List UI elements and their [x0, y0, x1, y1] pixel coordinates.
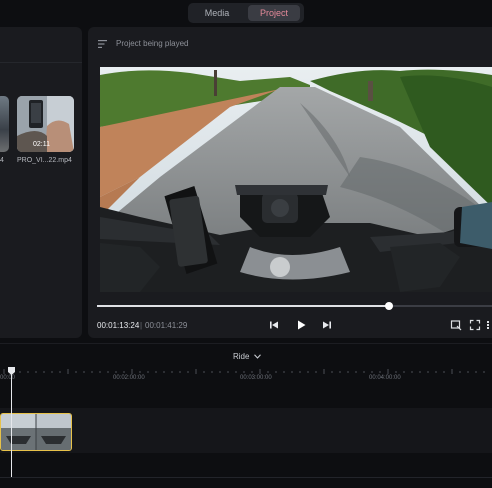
track-divider	[0, 477, 492, 478]
media-panel	[0, 27, 82, 338]
media-thumbnail[interactable]	[0, 96, 9, 152]
fullscreen-icon[interactable]	[469, 319, 481, 331]
video-track	[0, 408, 492, 453]
media-item-label: 4	[0, 157, 4, 164]
playback-progress-fill	[97, 305, 390, 307]
time-separator: |	[140, 321, 143, 330]
more-icon[interactable]	[486, 319, 492, 331]
media-duration: 02:11	[33, 141, 50, 148]
tab-project[interactable]: Project	[248, 5, 300, 21]
tab-media[interactable]: Media	[192, 5, 242, 21]
media-project-switch: Media Project	[188, 3, 304, 23]
snapshot-icon[interactable]	[450, 319, 462, 331]
chevron-down-icon	[253, 354, 261, 359]
playhead[interactable]	[11, 374, 12, 477]
previous-frame-icon[interactable]	[268, 319, 280, 331]
playhead-handle-icon[interactable]	[8, 367, 15, 375]
play-icon[interactable]	[295, 319, 307, 331]
video-preview	[100, 67, 492, 292]
timeline-divider	[0, 343, 492, 344]
ruler-tick-label: 00:02:00:00	[113, 375, 145, 381]
ruler-tick-label: 00:00	[0, 375, 16, 381]
ruler-tick-label: 00:03:00:00	[240, 375, 272, 381]
player-title: Project being played	[116, 39, 189, 48]
total-time: 00:01:41:29	[145, 321, 188, 330]
menu-icon[interactable]	[98, 40, 107, 48]
ruler-tick-label: 00:04:00:00	[369, 375, 401, 381]
current-time: 00:01:13:24	[97, 321, 140, 330]
next-frame-icon[interactable]	[321, 319, 333, 331]
media-panel-divider	[0, 62, 82, 63]
timeline-name: Ride	[233, 352, 250, 361]
timeline-name-dropdown[interactable]: Ride	[233, 352, 261, 361]
media-item-label: PRO_VI...22.mp4	[17, 157, 72, 164]
